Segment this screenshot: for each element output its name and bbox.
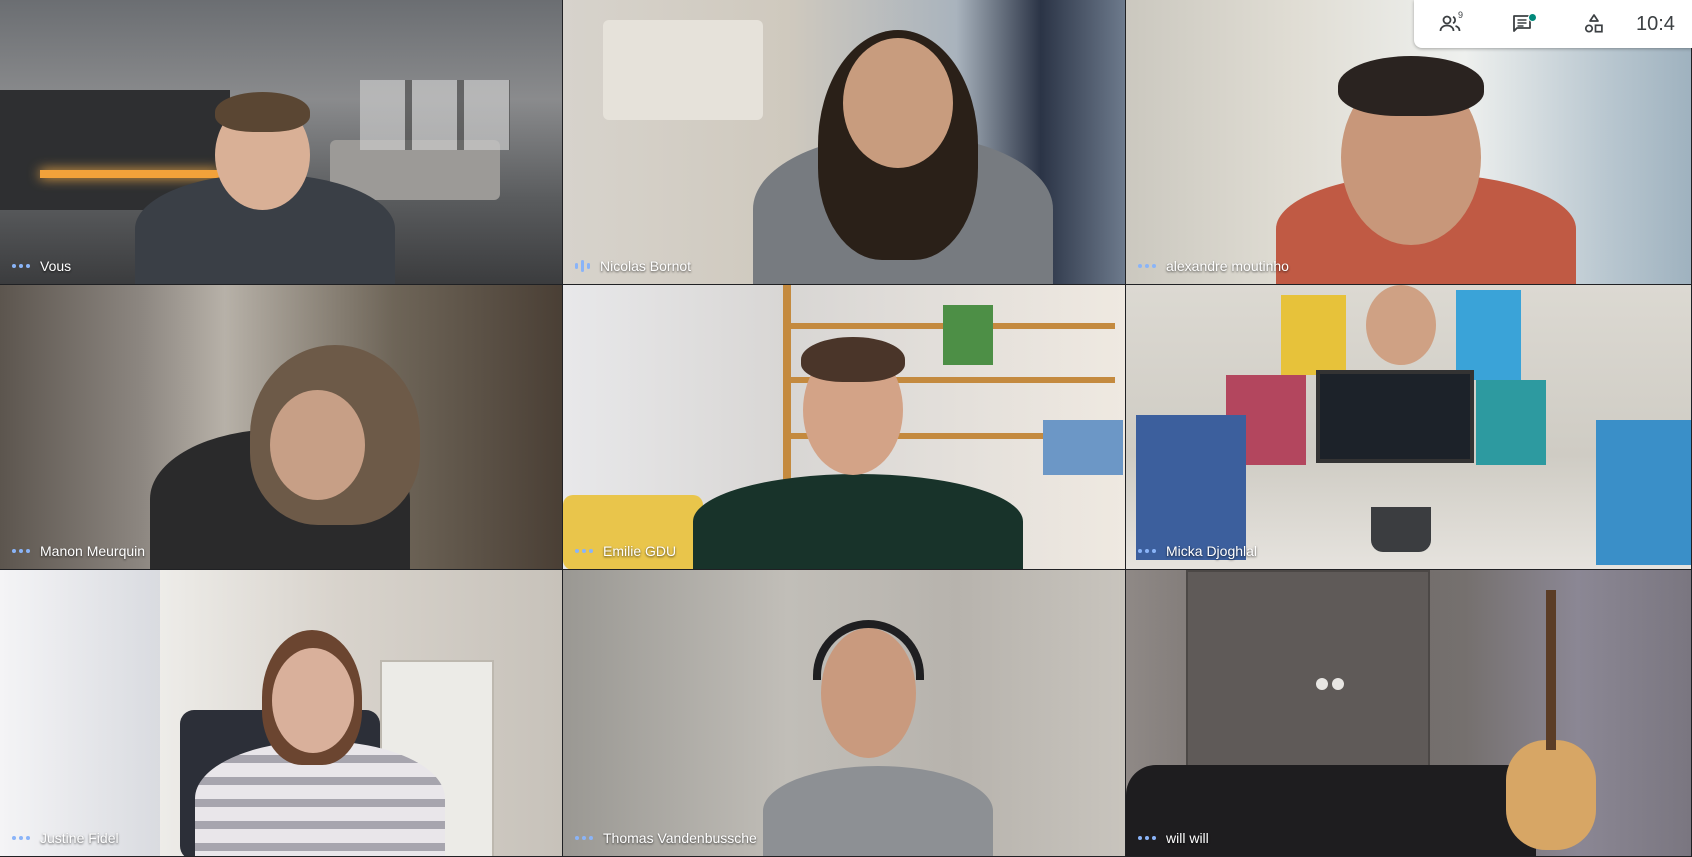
guitar [1506, 740, 1596, 850]
guitar-neck [1546, 590, 1556, 750]
laptop [1316, 370, 1474, 463]
participant-name-bar: will will [1138, 830, 1209, 846]
activities-button[interactable] [1558, 0, 1630, 48]
participant-name-bar: Manon Meurquin [12, 543, 145, 559]
mic-idle-icon [1138, 549, 1156, 553]
person-head [272, 648, 354, 753]
participant-tile[interactable]: Micka Djoghlal [1126, 285, 1692, 570]
book [1136, 415, 1246, 560]
participant-name-bar: Nicolas Bornot [575, 258, 691, 274]
curtain [0, 570, 160, 856]
participant-name-bar: Thomas Vandenbussche [575, 830, 757, 846]
wall-art [360, 80, 510, 150]
person-body [763, 766, 993, 856]
participant-tile[interactable]: Vous [0, 0, 563, 285]
person-body [693, 474, 1023, 569]
book [1281, 295, 1346, 375]
participant-tile[interactable]: Justine Fidel [0, 570, 563, 857]
participant-name: Micka Djoghlal [1166, 543, 1258, 559]
fire [40, 170, 220, 178]
person-head [270, 390, 365, 500]
participant-tile[interactable]: Nicolas Bornot [563, 0, 1126, 285]
mug [1371, 507, 1431, 552]
person-hair [215, 92, 310, 132]
participant-tile[interactable]: Manon Meurquin [0, 285, 563, 570]
participant-name-bar: Emilie GDU [575, 543, 676, 559]
participant-name-bar: alexandre moutinho [1138, 258, 1289, 274]
participant-name: Nicolas Bornot [600, 258, 692, 274]
shelf [603, 20, 763, 120]
meeting-toolbar: 9 10:4 [1414, 0, 1692, 48]
mic-idle-icon [575, 836, 593, 840]
show-participants-button[interactable]: 9 [1414, 0, 1486, 48]
mic-speaking-icon [575, 260, 590, 272]
knob [1316, 678, 1328, 690]
mic-idle-icon [12, 836, 30, 840]
participant-tile[interactable]: Thomas Vandenbussche [563, 570, 1126, 857]
activities-icon [1584, 14, 1603, 33]
participant-name: Thomas Vandenbussche [603, 830, 757, 846]
unread-dot [1528, 13, 1537, 22]
mic-idle-icon [12, 549, 30, 553]
picture-frame [1043, 420, 1123, 475]
book [1476, 380, 1546, 465]
person-hair [801, 337, 905, 382]
mic-idle-icon [12, 264, 30, 268]
participant-name-bar: Micka Djoghlal [1138, 543, 1257, 559]
participant-name-bar: Justine Fidel [12, 830, 119, 846]
chat-button[interactable] [1486, 0, 1558, 48]
participant-tile[interactable]: will will [1126, 570, 1692, 857]
mic-idle-icon [1138, 264, 1156, 268]
clock: 10:4 [1636, 12, 1675, 35]
participants-count: 9 [1458, 10, 1464, 20]
participant-name: will will [1166, 830, 1209, 846]
participant-name: Vous [40, 258, 72, 274]
book [1596, 420, 1691, 565]
participant-name: Justine Fidel [40, 830, 119, 846]
knob [1332, 678, 1344, 690]
person-head [1366, 285, 1436, 365]
participant-name: alexandre moutinho [1166, 258, 1289, 274]
participant-name: Emilie GDU [603, 543, 677, 559]
person-head [843, 38, 953, 168]
participant-name: Manon Meurquin [40, 543, 146, 559]
mic-idle-icon [1138, 836, 1156, 840]
participant-name-bar: Vous [12, 258, 71, 274]
plant [943, 305, 993, 365]
book [1456, 290, 1521, 380]
video-grid: Vous Nicolas Bornot alexandre moutinho M… [0, 0, 1692, 857]
person-hair [1338, 56, 1484, 116]
mic-idle-icon [575, 549, 593, 553]
participant-tile[interactable]: Emilie GDU [563, 285, 1126, 570]
